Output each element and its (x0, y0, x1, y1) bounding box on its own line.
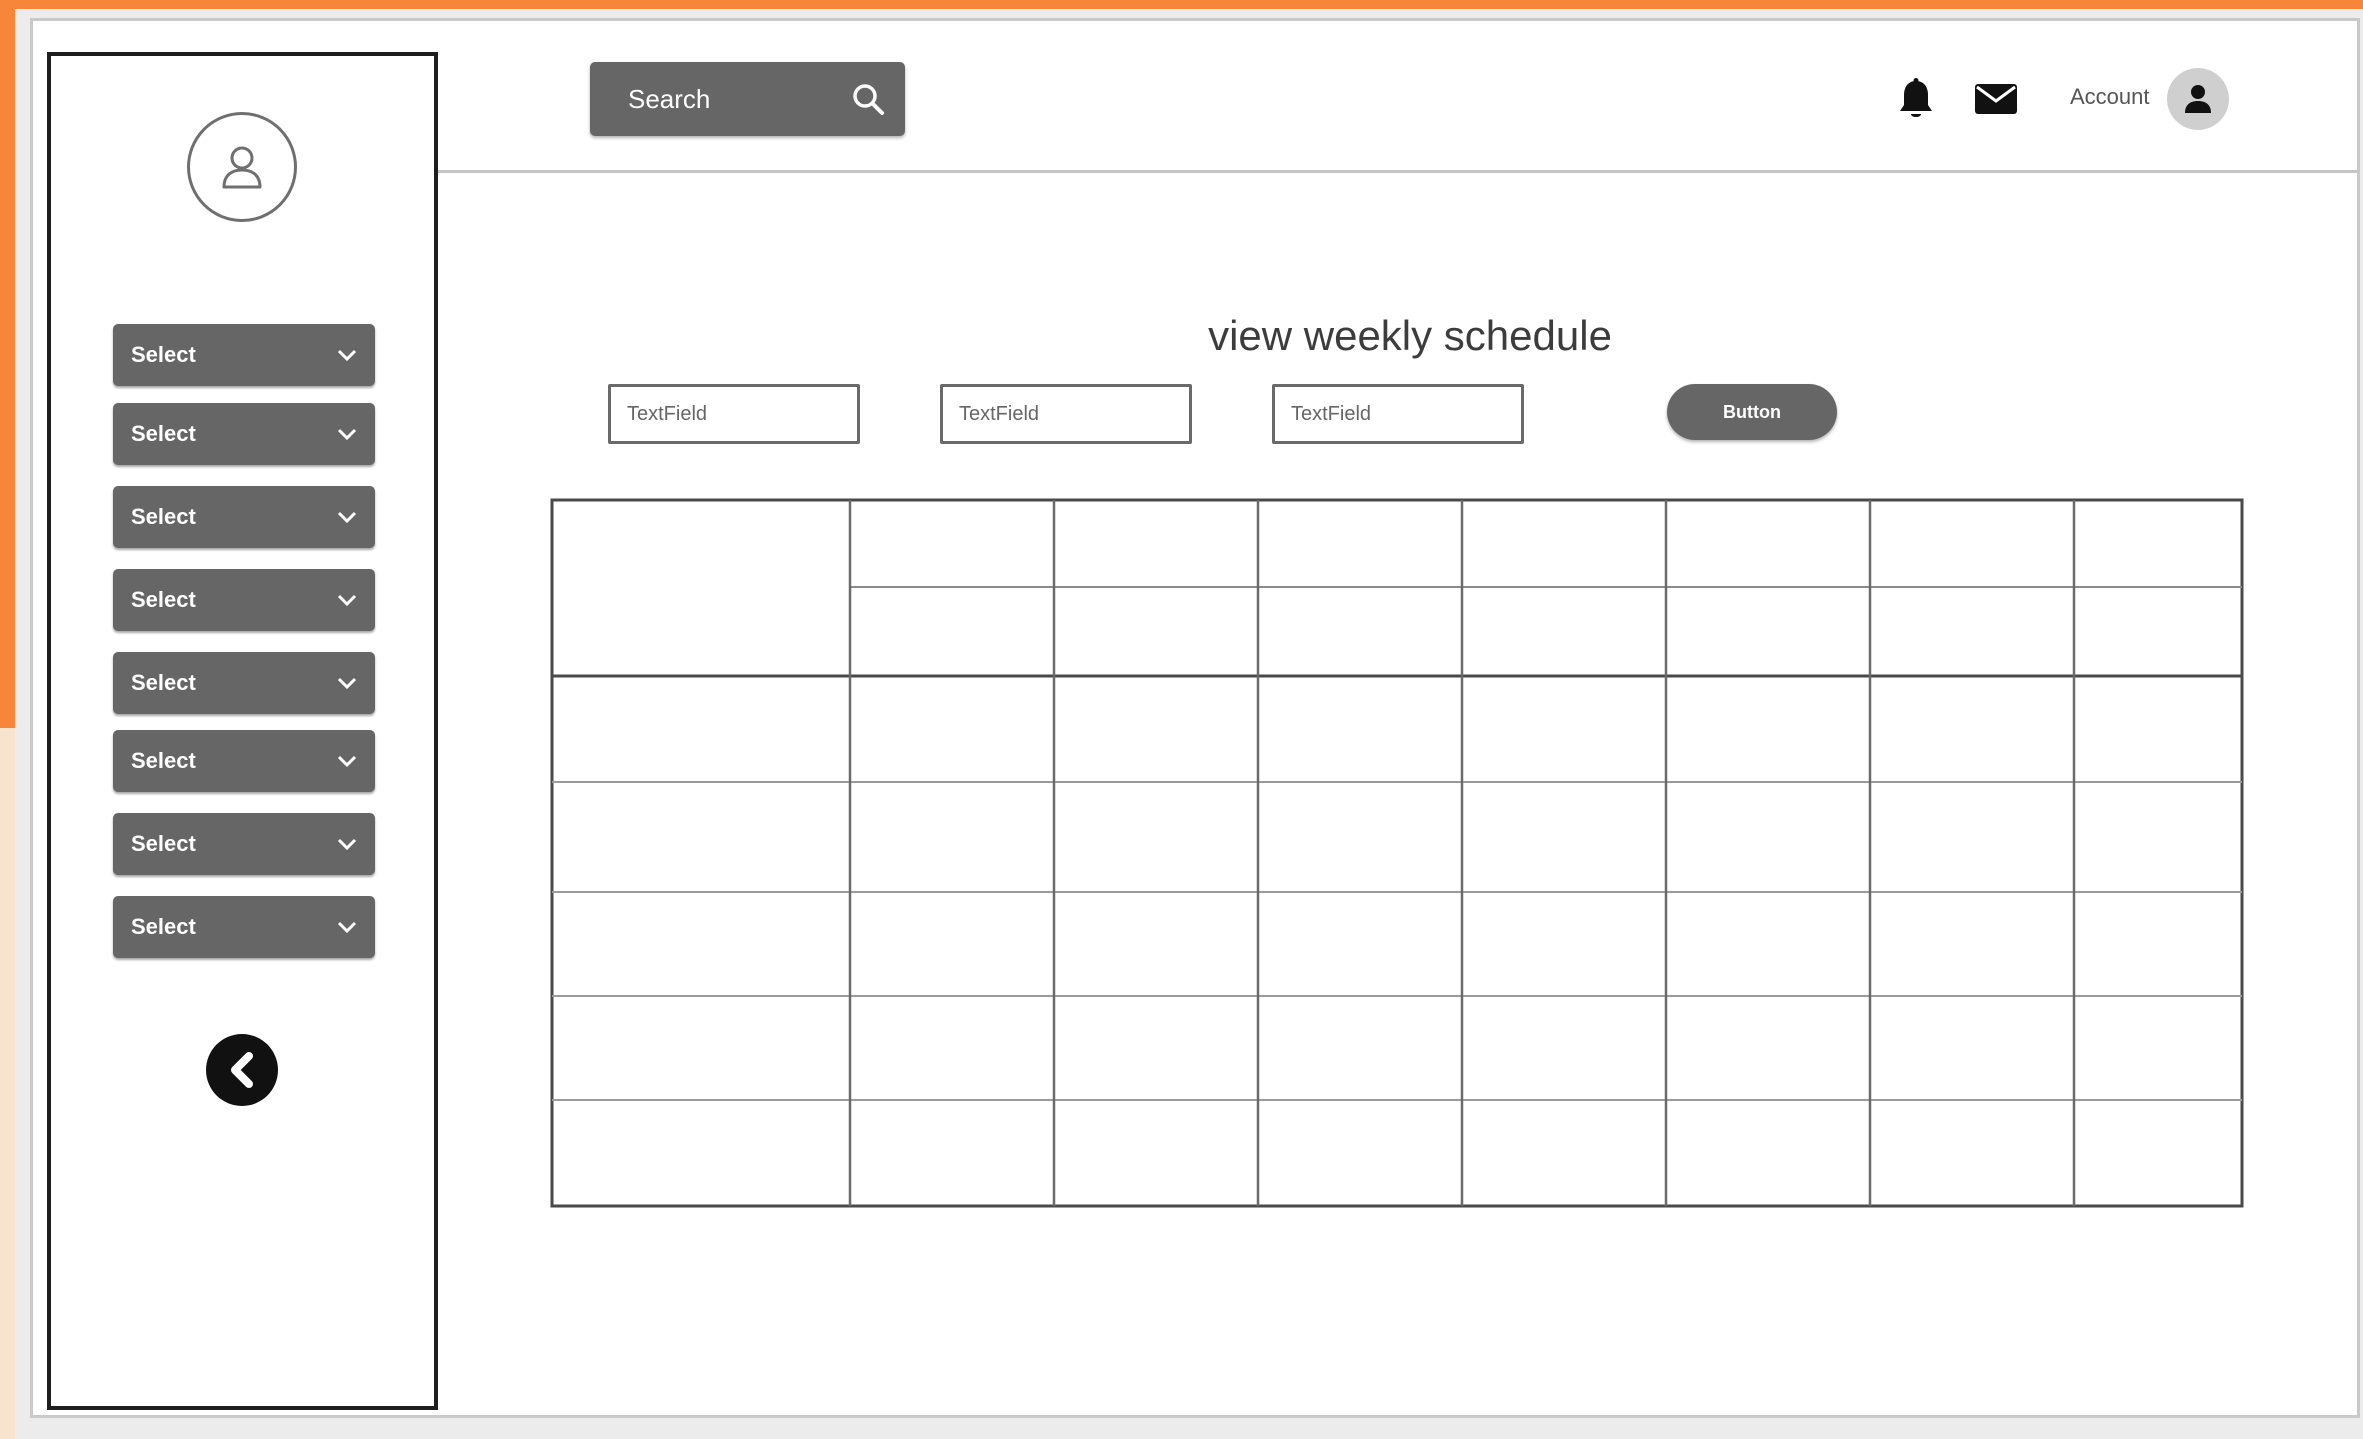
frame-accent-top (0, 0, 2363, 9)
chevron-down-icon (337, 349, 357, 361)
sidebar-select-2[interactable]: Select (113, 403, 375, 465)
select-label: Select (131, 670, 196, 695)
sidebar-select-3[interactable]: Select (113, 486, 375, 548)
chevron-down-icon (337, 677, 357, 689)
select-label: Select (131, 587, 196, 612)
button-label: Button (1723, 401, 1781, 422)
chevron-down-icon (337, 838, 357, 850)
text-field-1[interactable]: TextField (608, 384, 860, 444)
search-label: Search (628, 83, 711, 114)
text-field-placeholder: TextField (1291, 402, 1372, 425)
select-label: Select (131, 914, 196, 939)
account-avatar[interactable] (2167, 68, 2229, 130)
search-icon[interactable] (851, 82, 885, 116)
bell-icon[interactable] (1896, 76, 1936, 122)
chevron-left-icon (225, 1050, 259, 1090)
frame-accent-left (0, 0, 15, 728)
user-outline-icon[interactable] (187, 112, 297, 222)
text-field-placeholder: TextField (959, 402, 1040, 425)
back-button[interactable] (206, 1034, 278, 1106)
search-input[interactable]: Search (590, 62, 905, 136)
user-icon (2183, 83, 2213, 115)
text-field-placeholder: TextField (627, 402, 708, 425)
frame-accent-left-light (0, 728, 15, 1439)
chevron-down-icon (337, 921, 357, 933)
select-label: Select (131, 748, 196, 773)
sidebar-select-5[interactable]: Select (113, 652, 375, 714)
text-field-3[interactable]: TextField (1272, 384, 1524, 444)
select-label: Select (131, 831, 196, 856)
page-title: view weekly schedule (1208, 312, 1612, 359)
schedule-table (550, 498, 2244, 1208)
select-label: Select (131, 342, 196, 367)
header-divider (438, 170, 2360, 173)
sidebar-select-8[interactable]: Select (113, 896, 375, 958)
select-label: Select (131, 504, 196, 529)
sidebar-select-4[interactable]: Select (113, 569, 375, 631)
chevron-down-icon (337, 428, 357, 440)
chevron-down-icon (337, 755, 357, 767)
sidebar: Select Select Select Select Select Selec… (47, 52, 438, 1410)
text-field-2[interactable]: TextField (940, 384, 1192, 444)
chevron-down-icon (337, 594, 357, 606)
chevron-down-icon (337, 511, 357, 523)
sidebar-select-1[interactable]: Select (113, 324, 375, 386)
sidebar-select-7[interactable]: Select (113, 813, 375, 875)
sidebar-select-6[interactable]: Select (113, 730, 375, 792)
account-label[interactable]: Account (2070, 84, 2150, 110)
envelope-icon[interactable] (1974, 82, 2018, 116)
action-button[interactable]: Button (1667, 384, 1837, 440)
select-label: Select (131, 421, 196, 446)
